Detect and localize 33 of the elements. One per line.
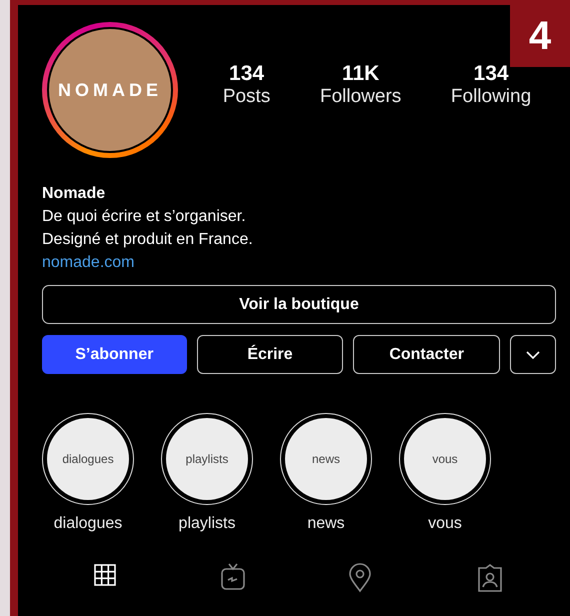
- stat-count: 134: [229, 62, 264, 86]
- stat-label: Following: [450, 86, 532, 108]
- highlight-label: dialogues: [54, 515, 122, 533]
- chevron-down-icon: [526, 350, 540, 358]
- cover-text: playlists: [186, 452, 228, 466]
- highlight-label: playlists: [178, 515, 236, 533]
- highlight-ring[interactable]: playlists: [161, 413, 253, 505]
- stat-count: 11K: [342, 62, 380, 86]
- page-number-badge: 4: [510, 5, 570, 67]
- stat-label: Posts: [222, 86, 270, 108]
- profile-name: Nomade: [42, 184, 106, 204]
- website-link[interactable]: nomade.com: [42, 251, 134, 274]
- stat-count: 134: [474, 62, 509, 86]
- highlight-ring[interactable]: vous: [399, 413, 491, 505]
- tv-icon: [220, 563, 246, 591]
- highlight-ring[interactable]: news: [280, 413, 372, 505]
- cover-text: dialogues: [62, 452, 114, 466]
- shop-button[interactable]: Voir la boutique: [42, 285, 556, 324]
- location-pin-icon: [348, 563, 372, 593]
- dropdown-button[interactable]: [510, 335, 556, 374]
- grid-icon: [93, 563, 118, 587]
- stat-label: Followers: [320, 86, 402, 108]
- cover-text: vous: [432, 452, 458, 466]
- bio-line: Designé et produit en France.: [42, 230, 254, 250]
- follow-button[interactable]: S’abonner: [42, 335, 187, 374]
- avatar-logo-text: NOMADE: [58, 80, 162, 100]
- highlight-ring[interactable]: dialogues: [42, 413, 134, 505]
- action-button[interactable]: Contacter: [353, 335, 500, 374]
- cover-text: news: [312, 452, 340, 466]
- highlight-label: news: [307, 515, 345, 533]
- bio-line: De quoi écrire et s’organiser.: [42, 207, 247, 227]
- action-button[interactable]: Écrire: [196, 335, 344, 374]
- highlight-label: vous: [428, 515, 462, 533]
